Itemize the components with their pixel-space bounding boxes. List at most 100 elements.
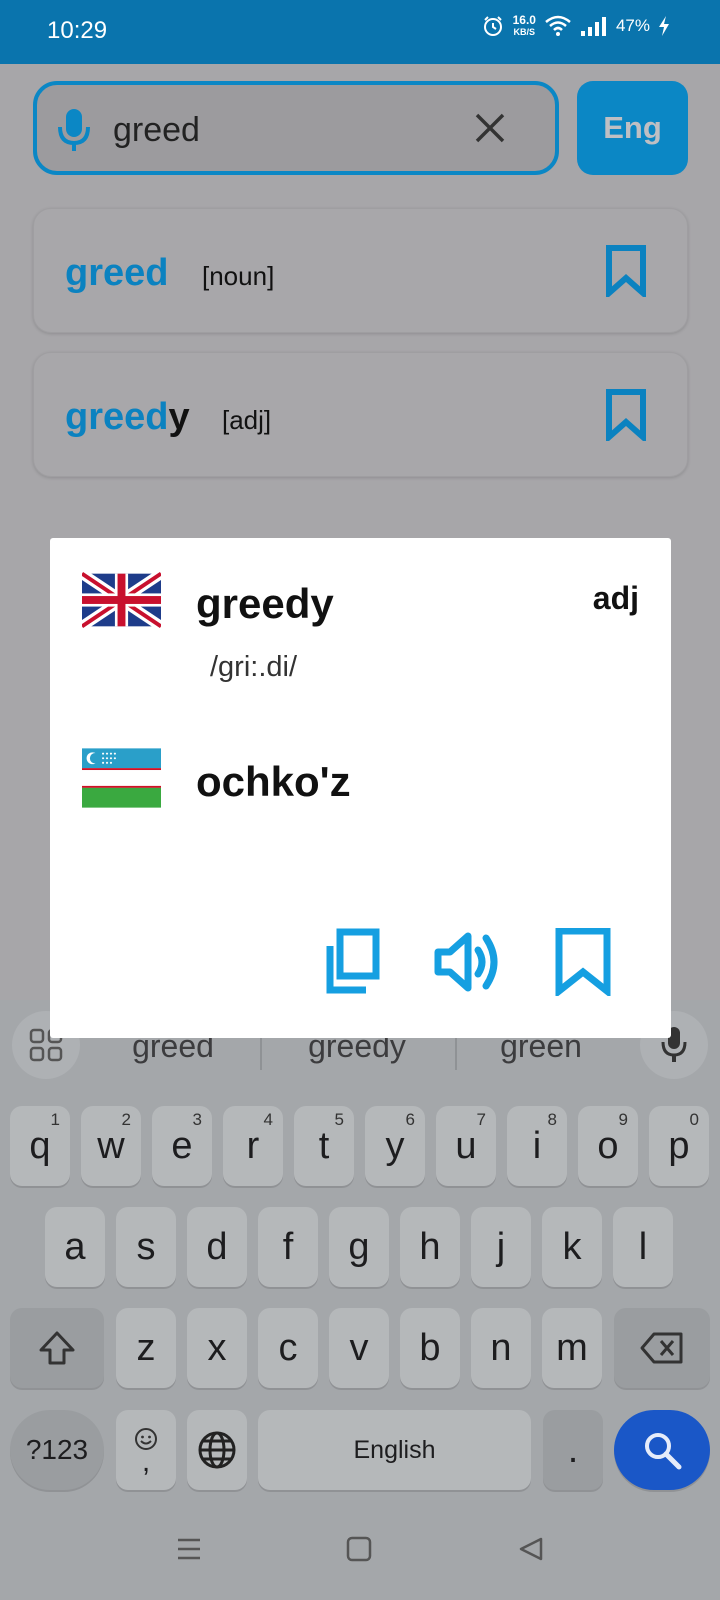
shift-icon	[39, 1331, 75, 1365]
uk-flag-icon	[82, 570, 161, 630]
key-label: q	[29, 1124, 51, 1167]
key-label: r	[246, 1124, 260, 1167]
search-icon	[645, 1433, 682, 1470]
key-o[interactable]: o9	[578, 1106, 638, 1186]
part-of-speech: adj	[592, 580, 639, 616]
key-l[interactable]: l	[613, 1207, 673, 1287]
key-label: t	[318, 1124, 330, 1167]
key-f[interactable]: f	[258, 1207, 318, 1287]
speaker-icon[interactable]	[432, 928, 502, 996]
key-label: i	[532, 1124, 542, 1167]
result-pos: [noun]	[202, 261, 275, 291]
bookmark-icon[interactable]	[605, 389, 647, 441]
result-match: greed	[65, 396, 169, 438]
key-hint: 5	[334, 1110, 344, 1129]
result-pos: [adj]	[222, 405, 272, 435]
key-m[interactable]: m	[542, 1308, 602, 1388]
copy-icon[interactable]	[322, 928, 382, 996]
key-a[interactable]: a	[45, 1207, 105, 1287]
home-nav-icon[interactable]	[346, 1536, 372, 1562]
key-g[interactable]: g	[329, 1207, 389, 1287]
key-label: p	[668, 1124, 690, 1167]
key-hint: 6	[405, 1110, 415, 1129]
key-hint: 2	[121, 1110, 131, 1129]
key-hint: 1	[50, 1110, 60, 1129]
clear-icon[interactable]	[473, 111, 507, 145]
key-hint: 7	[476, 1110, 486, 1129]
language-key[interactable]	[187, 1410, 247, 1490]
result-rest: y	[168, 396, 190, 438]
alarm-icon	[483, 16, 502, 36]
network-speed: 16.0 KB/S	[513, 14, 536, 38]
microphone-icon[interactable]	[55, 107, 93, 153]
result-word: greedy	[65, 396, 190, 439]
search-input[interactable]: greed	[113, 111, 200, 150]
key-w[interactable]: w2	[81, 1106, 141, 1186]
status-bar: 10:29 16.0 KB/S 47%	[0, 0, 720, 64]
key-i[interactable]: i8	[507, 1106, 567, 1186]
key-hint: 9	[618, 1110, 628, 1129]
signal-icon	[580, 17, 606, 36]
pronunciation: /gri:.di/	[210, 651, 298, 683]
key-label: y	[385, 1124, 405, 1167]
source-word: greedy	[196, 580, 334, 627]
charging-icon	[659, 16, 669, 36]
language-button[interactable]: Eng	[577, 81, 688, 175]
key-label: e	[171, 1124, 193, 1167]
result-match: greed	[65, 252, 169, 294]
space-key[interactable]: English	[258, 1410, 531, 1490]
globe-icon	[198, 1431, 236, 1469]
bookmark-icon[interactable]	[555, 928, 611, 996]
key-d[interactable]: d	[187, 1207, 247, 1287]
key-label: w	[97, 1124, 125, 1167]
comma-label: ,	[141, 1445, 151, 1478]
key-hint: 8	[547, 1110, 557, 1129]
menu-nav-icon[interactable]	[176, 1536, 202, 1562]
result-item[interactable]: greedy [adj]	[33, 352, 688, 477]
translated-word: ochko'z	[196, 758, 351, 805]
search-key[interactable]	[614, 1410, 710, 1490]
network-speed-value: 16.0	[512, 13, 536, 27]
key-y[interactable]: y6	[365, 1106, 425, 1186]
bookmark-icon[interactable]	[605, 245, 647, 297]
uzbekistan-flag-icon	[82, 748, 161, 808]
result-item[interactable]: greed [noun]	[33, 208, 688, 333]
wifi-icon	[545, 15, 571, 36]
network-speed-unit: KB/S	[513, 27, 536, 37]
result-word: greed	[65, 252, 168, 295]
shift-key[interactable]	[10, 1308, 104, 1388]
clock: 10:29	[47, 17, 108, 44]
key-k[interactable]: k	[542, 1207, 602, 1287]
key-z[interactable]: z	[116, 1308, 176, 1388]
key-h[interactable]: h	[400, 1207, 460, 1287]
key-hint: 3	[192, 1110, 202, 1129]
key-s[interactable]: s	[116, 1207, 176, 1287]
period-key[interactable]: .	[543, 1410, 603, 1490]
key-p[interactable]: p0	[649, 1106, 709, 1186]
emoji-comma-key[interactable]: ,	[116, 1410, 176, 1490]
back-nav-icon[interactable]	[518, 1536, 544, 1562]
key-u[interactable]: u7	[436, 1106, 496, 1186]
key-r[interactable]: r4	[223, 1106, 283, 1186]
key-q[interactable]: q1	[10, 1106, 70, 1186]
key-t[interactable]: t5	[294, 1106, 354, 1186]
key-hint: 0	[689, 1110, 699, 1129]
key-label: u	[455, 1124, 477, 1167]
keyboard	[0, 1000, 720, 1600]
battery-percent: 47%	[615, 16, 650, 35]
key-c[interactable]: c	[258, 1308, 318, 1388]
key-x[interactable]: x	[187, 1308, 247, 1388]
translation-popup: greedy adj /gri:.di/ ochko'z	[50, 538, 671, 1038]
status-icons: 16.0 KB/S 47%	[481, 14, 670, 38]
backspace-icon	[640, 1332, 683, 1364]
key-j[interactable]: j	[471, 1207, 531, 1287]
key-n[interactable]: n	[471, 1308, 531, 1388]
key-b[interactable]: b	[400, 1308, 460, 1388]
key-v[interactable]: v	[329, 1308, 389, 1388]
backspace-key[interactable]	[614, 1308, 710, 1388]
key-hint: 4	[263, 1110, 273, 1129]
key-label: o	[597, 1124, 619, 1167]
key-e[interactable]: e3	[152, 1106, 212, 1186]
search-field[interactable]: greed	[33, 81, 559, 175]
symbols-key[interactable]: ?123	[10, 1410, 104, 1490]
